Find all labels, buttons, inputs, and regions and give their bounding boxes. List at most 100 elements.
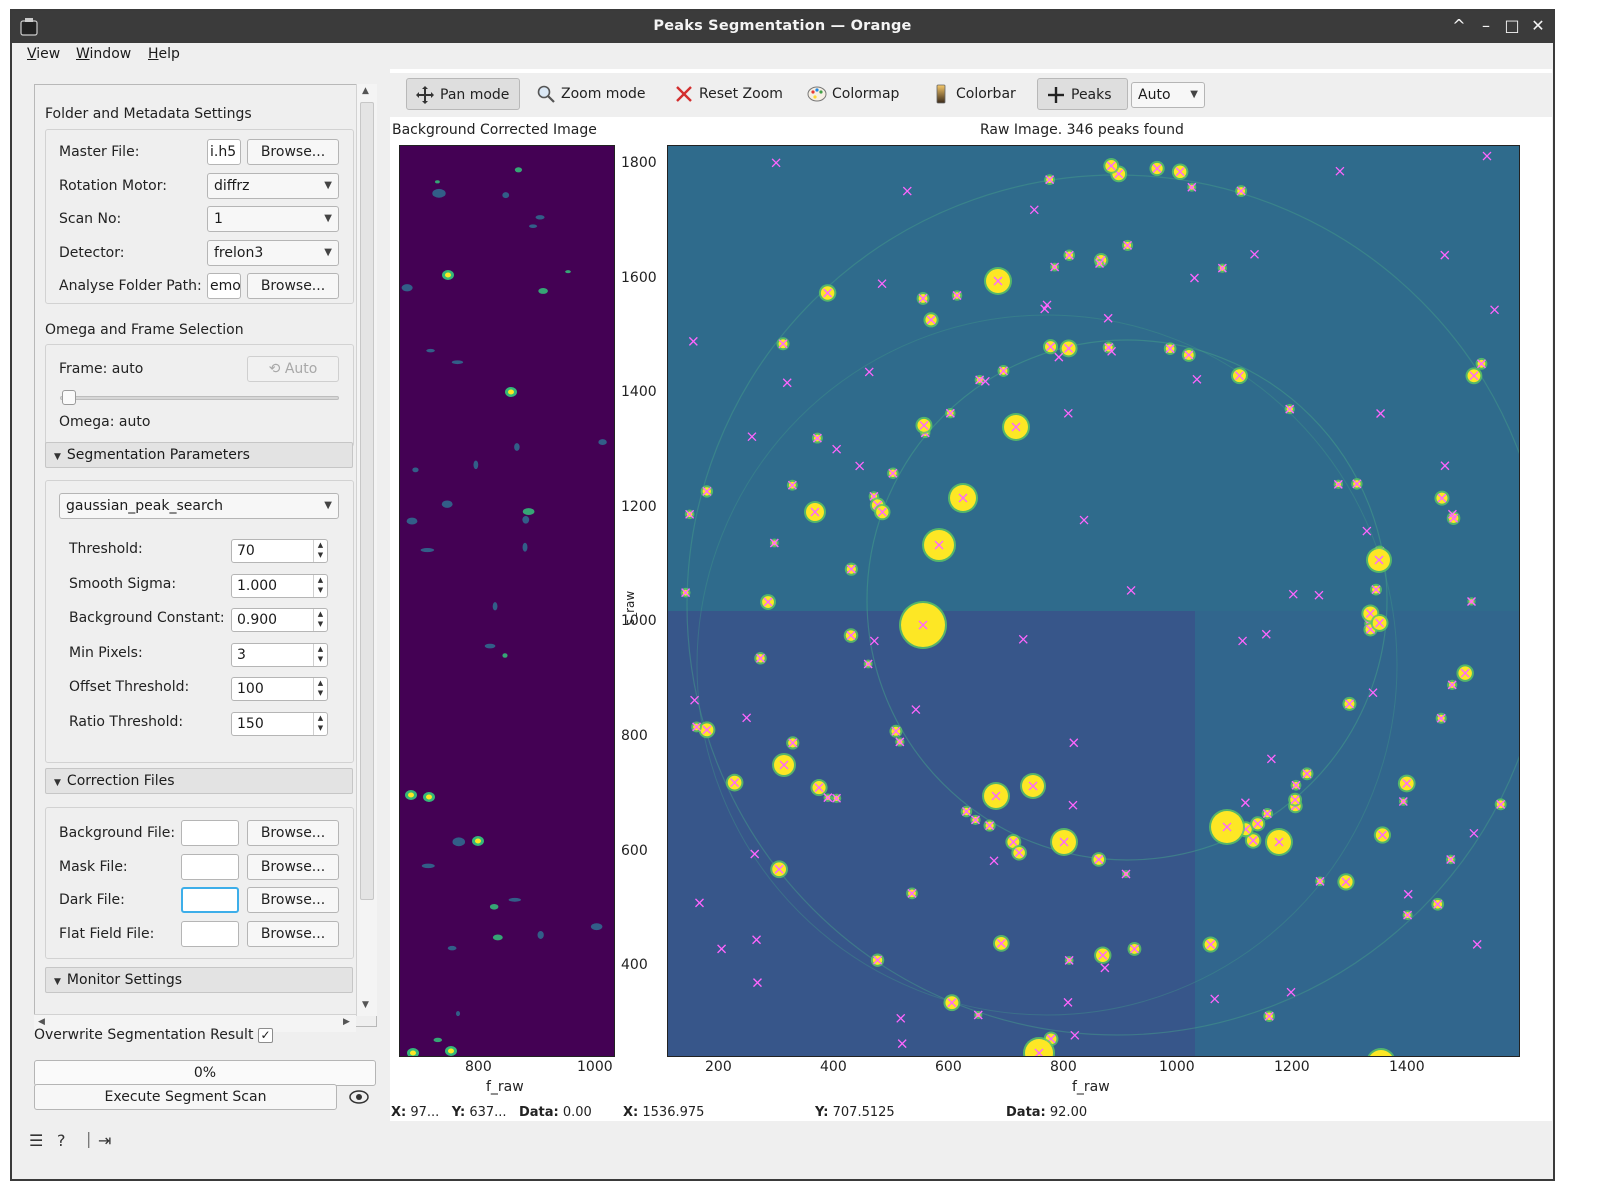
peaks-mode-select[interactable]: Auto ▼	[1131, 82, 1205, 108]
peak-spot	[401, 284, 413, 292]
file-browse-button[interactable]: Browse...	[247, 820, 339, 846]
maximize-icon[interactable]: □	[1501, 15, 1523, 37]
master-file-browse-button[interactable]: Browse...	[247, 139, 339, 165]
undo-icon: ⟲	[268, 361, 285, 377]
peak-spot	[406, 517, 418, 525]
x-tick-label: 800	[1050, 1059, 1077, 1075]
file-path-field[interactable]	[181, 887, 239, 913]
file-browse-button[interactable]: Browse...	[247, 853, 339, 880]
param-label: Smooth Sigma:	[69, 575, 177, 592]
monitor-settings-title: Monitor Settings	[66, 972, 183, 988]
peaks-mode-value: Auto	[1138, 87, 1171, 103]
menu-help[interactable]: Help	[148, 46, 180, 62]
spin-arrows-icon[interactable]: ▲ ▼	[313, 609, 327, 632]
chevron-down-icon: ▼	[324, 500, 332, 511]
scroll-up-icon[interactable]: ▲	[362, 86, 369, 96]
spin-arrows-icon[interactable]: ▲ ▼	[313, 678, 327, 701]
menu-view[interactable]: View	[27, 46, 60, 62]
raw-image[interactable]	[667, 145, 1520, 1057]
scan-no-value: 1	[214, 211, 223, 227]
y-tick-label: 800	[621, 728, 648, 744]
right-status-x: X: 1536.975	[623, 1105, 704, 1120]
file-path-field[interactable]	[181, 820, 239, 846]
scroll-left-icon[interactable]: ◀	[38, 1017, 45, 1027]
execute-segment-scan-button[interactable]: Execute Segment Scan	[34, 1084, 337, 1110]
frame-slider-handle[interactable]	[62, 390, 76, 405]
param-label: Offset Threshold:	[69, 679, 190, 696]
hamburger-menu-icon[interactable]: ☰	[29, 1131, 43, 1150]
y-tick-label: 1800	[621, 155, 657, 171]
folder-section-title: Folder and Metadata Settings	[45, 106, 252, 122]
peak-spot	[522, 542, 528, 552]
colormap-button[interactable]: Colormap	[799, 78, 909, 110]
overwrite-checkbox[interactable]: ✓	[258, 1028, 273, 1043]
eye-icon[interactable]	[349, 1090, 369, 1104]
window-title: Peaks Segmentation — Orange	[653, 18, 912, 34]
param-spinbox[interactable]: 150 ▲ ▼	[231, 712, 328, 736]
param-spinbox[interactable]: 100 ▲ ▼	[231, 677, 328, 702]
param-spinbox[interactable]: 3 ▲ ▼	[231, 642, 328, 667]
spin-arrows-icon[interactable]: ▲ ▼	[313, 574, 327, 597]
frame-slider-track[interactable]	[60, 396, 339, 400]
spin-arrows-icon[interactable]: ▲ ▼	[313, 643, 327, 666]
auto-frame-button[interactable]: ⟲ Auto	[247, 356, 339, 382]
file-label: Flat Field File:	[59, 925, 155, 942]
param-spinbox[interactable]: 0.900 ▲ ▼	[231, 608, 328, 633]
title-bar: Peaks Segmentation — Orange ^ – □ ✕	[12, 11, 1553, 43]
zoom-mode-button[interactable]: Zoom mode	[528, 78, 656, 110]
file-label: Dark File:	[59, 892, 125, 908]
segmentation-title: Segmentation Parameters	[66, 447, 250, 463]
pan-mode-button[interactable]: Pan mode	[406, 78, 521, 110]
left-data-label: Data:	[518, 1105, 559, 1120]
analyse-folder-field[interactable]: emo	[207, 273, 241, 299]
x-tick-label: 1400	[1389, 1059, 1425, 1075]
spin-arrows-icon[interactable]: ▲ ▼	[313, 540, 327, 562]
file-browse-button[interactable]: Browse...	[247, 887, 339, 913]
colorbar-button[interactable]: Colorbar	[923, 78, 1026, 110]
right-x-axis-label: f_raw	[1072, 1079, 1110, 1095]
detector-select[interactable]: frelon3 ▼	[207, 240, 339, 266]
close-icon[interactable]: ✕	[1527, 15, 1549, 37]
right-plot-title: Raw Image. 346 peaks found	[980, 122, 1184, 138]
background-corrected-image[interactable]	[399, 145, 615, 1057]
keep-above-icon[interactable]: ^	[1448, 15, 1470, 37]
scroll-down-icon[interactable]: ▼	[362, 1000, 369, 1010]
scrollbar-thumb[interactable]	[360, 102, 374, 900]
chevron-down-icon: ▼	[1190, 89, 1198, 100]
monitor-settings-header[interactable]: ▼ Monitor Settings	[45, 967, 353, 993]
reset-zoom-button[interactable]: Reset Zoom	[666, 78, 793, 110]
scan-no-select[interactable]: 1 ▼	[207, 206, 339, 232]
file-path-field[interactable]	[181, 853, 239, 880]
colorbar-icon	[936, 84, 946, 104]
file-path-field[interactable]	[181, 920, 239, 947]
param-spinbox[interactable]: 1.000 ▲ ▼	[231, 573, 328, 598]
segmentation-method-select[interactable]: gaussian_peak_search ▼	[59, 493, 339, 519]
output-icon[interactable]: ⇥	[98, 1131, 111, 1150]
x-tick-label: 1000	[577, 1059, 613, 1075]
settings-vertical-scrollbar[interactable]: ▲ ▼	[356, 84, 377, 1016]
scroll-right-icon[interactable]: ▶	[343, 1017, 350, 1027]
x-tick-label: 600	[935, 1059, 962, 1075]
correction-files-header[interactable]: ▼ Correction Files	[45, 768, 353, 794]
menu-window[interactable]: Window	[76, 46, 131, 62]
plot-toolbar: Pan mode Zoom mode Reset Zoom Colormap C…	[390, 73, 1552, 117]
colormap-label: Colormap	[832, 86, 900, 102]
help-icon[interactable]: ?	[57, 1131, 66, 1150]
spin-arrows-icon[interactable]: ▲ ▼	[313, 713, 327, 735]
segmentation-header[interactable]: ▼ Segmentation Parameters	[45, 442, 353, 468]
rotation-motor-select[interactable]: diffrz ▼	[207, 173, 339, 199]
master-file-field[interactable]: i.h5	[207, 139, 241, 165]
analyse-folder-browse-button[interactable]: Browse...	[247, 273, 339, 299]
peak-spot	[508, 897, 522, 902]
param-value: 100	[237, 681, 264, 698]
pan-mode-label: Pan mode	[440, 87, 510, 103]
peak-spot	[433, 1037, 443, 1043]
chevron-down-icon: ▼	[324, 247, 332, 258]
param-spinbox[interactable]: 70 ▲ ▼	[231, 539, 328, 563]
minimize-icon[interactable]: –	[1475, 15, 1497, 37]
file-browse-button[interactable]: Browse...	[247, 920, 339, 947]
peaks-toggle-button[interactable]: Peaks	[1037, 78, 1128, 110]
pan-icon	[416, 86, 434, 104]
omega-section-title: Omega and Frame Selection	[45, 322, 244, 338]
peak-spot	[421, 863, 435, 869]
